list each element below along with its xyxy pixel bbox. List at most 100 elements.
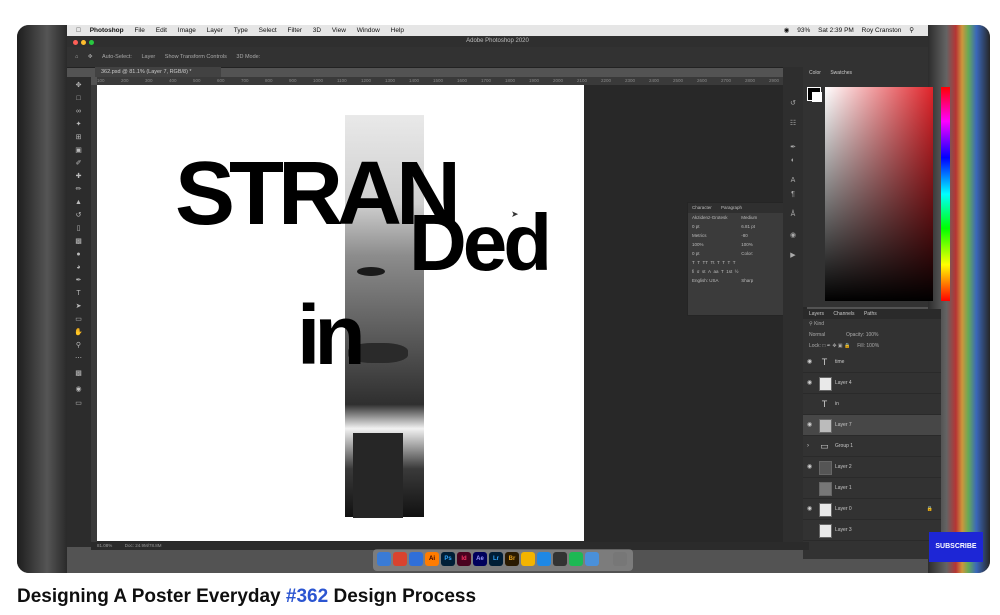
layer-filter-kind-dropdown[interactable]: Kind — [814, 321, 824, 327]
lasso-tool-icon[interactable]: ∞ — [73, 107, 84, 116]
zoom-level[interactable]: 81.08% — [97, 543, 112, 548]
visibility-eye-icon[interactable]: ◉ — [807, 457, 815, 477]
layer-name[interactable]: Layer 3 — [835, 520, 852, 540]
background-color-swatch[interactable] — [812, 92, 822, 102]
crop-tool-icon[interactable]: ⊞ — [73, 133, 84, 142]
spotify-icon[interactable] — [569, 552, 583, 566]
baseline-shift-field[interactable]: 0 pt — [692, 249, 740, 258]
chrome-icon[interactable] — [393, 552, 407, 566]
blur-tool-icon[interactable]: ● — [73, 250, 84, 259]
frame-tool-icon[interactable]: ▣ — [73, 146, 84, 155]
show-transform-controls-checkbox[interactable]: Show Transform Controls — [165, 54, 227, 60]
search-icon[interactable]: ⚲ — [909, 25, 914, 36]
layer-name[interactable]: Group 1 — [835, 436, 853, 456]
photoshop-icon[interactable]: Ps — [441, 552, 455, 566]
gradient-tool-icon[interactable]: ▩ — [73, 237, 84, 246]
menu-image[interactable]: Image — [178, 25, 196, 36]
zoom-tool-icon[interactable]: ⚲ — [73, 341, 84, 350]
menu-app-name[interactable]: Photoshop — [90, 25, 124, 36]
menu-filter[interactable]: Filter — [288, 25, 302, 36]
home-icon[interactable]: ⌂ — [75, 54, 78, 60]
user-name[interactable]: Roy Cranston — [862, 25, 902, 36]
layer-row-layer-2[interactable]: ◉ Layer 2 — [803, 457, 941, 478]
play-action-icon[interactable]: ▶ — [788, 251, 798, 260]
history-panel-icon[interactable]: ↺ — [788, 99, 798, 108]
menu-layer[interactable]: Layer — [207, 25, 223, 36]
clock[interactable]: Sat 2:39 PM — [818, 25, 854, 36]
messages-icon[interactable] — [585, 552, 599, 566]
healing-brush-tool-icon[interactable]: ✚ — [73, 172, 84, 181]
more-tools-icon[interactable]: ⋯ — [73, 354, 84, 363]
menu-view[interactable]: View — [332, 25, 346, 36]
move-tool-icon[interactable]: ✥ — [88, 54, 93, 60]
eraser-tool-icon[interactable]: ▯ — [73, 224, 84, 233]
layer-row-layer-7[interactable]: ◉ Layer 7 — [803, 415, 941, 436]
stamp-tool-icon[interactable]: ▲ — [73, 198, 84, 207]
layer-row-in[interactable]: T in — [803, 394, 941, 415]
color-picker-field[interactable] — [825, 87, 933, 301]
layer-row-layer-3[interactable]: Layer 3 — [803, 520, 941, 541]
hand-tool-icon[interactable]: ✋ — [73, 328, 84, 337]
type-tool-icon[interactable]: T — [73, 289, 84, 298]
layer-name[interactable]: Layer 7 — [835, 415, 852, 435]
visibility-eye-icon[interactable]: ◉ — [807, 352, 815, 372]
brush-tool-icon[interactable]: ✏ — [73, 185, 84, 194]
auto-select-checkbox[interactable]: Auto-Select: — [102, 54, 132, 60]
subscribe-button[interactable]: SUBSCRIBE — [929, 532, 983, 562]
opentype-buttons[interactable]: fi σ st A aa T 1st ½ — [688, 267, 796, 276]
tab-channels[interactable]: Channels — [833, 311, 854, 317]
menu-file[interactable]: File — [134, 25, 144, 36]
lightroom-icon[interactable]: Lr — [489, 552, 503, 566]
layer-name[interactable]: Layer 1 — [835, 478, 852, 498]
layer-name[interactable]: Layer 0 — [835, 499, 852, 519]
tab-layers[interactable]: Layers — [809, 311, 824, 317]
wifi-icon[interactable]: ◉ — [784, 25, 790, 36]
canvas-area[interactable]: STRAN Ded in ➤ Character Paragraph Akzid… — [97, 85, 807, 542]
minimize-window-button[interactable] — [81, 40, 86, 45]
path-selection-tool-icon[interactable]: ➤ — [73, 302, 84, 311]
apple-icon[interactable]:  — [76, 25, 81, 36]
poster-word-in[interactable]: in — [297, 293, 366, 377]
visibility-eye-icon[interactable]: ◉ — [807, 499, 815, 519]
poster-artboard[interactable]: STRAN Ded in — [97, 85, 584, 541]
layer-row-group-1[interactable]: › ▭ Group 1 — [803, 436, 941, 457]
zoom-window-button[interactable] — [89, 40, 94, 45]
magic-wand-tool-icon[interactable]: ✦ — [73, 120, 84, 129]
indesign-icon[interactable]: Id — [457, 552, 471, 566]
layer-name[interactable]: Layer 4 — [835, 373, 852, 393]
kerning-field[interactable]: Metrics — [692, 231, 740, 240]
notion-icon[interactable] — [553, 552, 567, 566]
bridge-icon[interactable]: Br — [505, 552, 519, 566]
menu-edit[interactable]: Edit — [156, 25, 167, 36]
tab-paths[interactable]: Paths — [864, 311, 877, 317]
lock-icons[interactable]: □ ✒ ✥ ▣ 🔒 — [822, 343, 850, 349]
eyedropper-tool-icon[interactable]: ✐ — [73, 159, 84, 168]
visibility-eye-icon[interactable]: ◉ — [807, 373, 815, 393]
hue-slider[interactable] — [941, 87, 950, 301]
poster-word-ded[interactable]: Ded — [409, 203, 552, 283]
font-size-field[interactable]: 0 pt — [692, 222, 740, 231]
video-player[interactable]:  Photoshop File Edit Image Layer Type S… — [17, 25, 990, 573]
rectangle-tool-icon[interactable]: ▭ — [73, 315, 84, 324]
quick-mask-icon[interactable]: ◉ — [73, 385, 84, 394]
styles-panel-icon[interactable]: ◉ — [788, 231, 798, 240]
document-tab[interactable]: 362.psd @ 81.1% (Layer 7, RGB/8) * — [95, 67, 221, 77]
language-dropdown[interactable]: English: USA — [692, 276, 740, 285]
vertical-scale-field[interactable]: 100% — [692, 240, 740, 249]
opacity-field[interactable]: 100% — [866, 332, 879, 338]
layer-row-layer-0[interactable]: ◉ Layer 0 🔒 — [803, 499, 941, 520]
pen-tool-icon[interactable]: ✒ — [73, 276, 84, 285]
properties-panel-icon[interactable]: ☷ — [788, 119, 798, 128]
hashtag-link[interactable]: #362 — [286, 586, 328, 607]
expand-group-icon[interactable]: › — [807, 436, 815, 456]
layer-name[interactable]: Layer 2 — [835, 457, 852, 477]
foreground-background-color-icon[interactable]: ▩ — [73, 369, 84, 378]
safari-icon[interactable] — [409, 552, 423, 566]
tab-paragraph[interactable]: Paragraph — [721, 205, 742, 210]
video-title[interactable]: Designing A Poster Everyday #362 Design … — [17, 586, 476, 608]
font-family-dropdown[interactable]: Akzidenz-Grotesk — [692, 213, 740, 222]
tab-color[interactable]: Color — [809, 70, 821, 76]
menu-3d[interactable]: 3D — [313, 25, 321, 36]
character-panel-icon[interactable]: A — [788, 177, 798, 186]
sketch-icon[interactable] — [521, 552, 535, 566]
